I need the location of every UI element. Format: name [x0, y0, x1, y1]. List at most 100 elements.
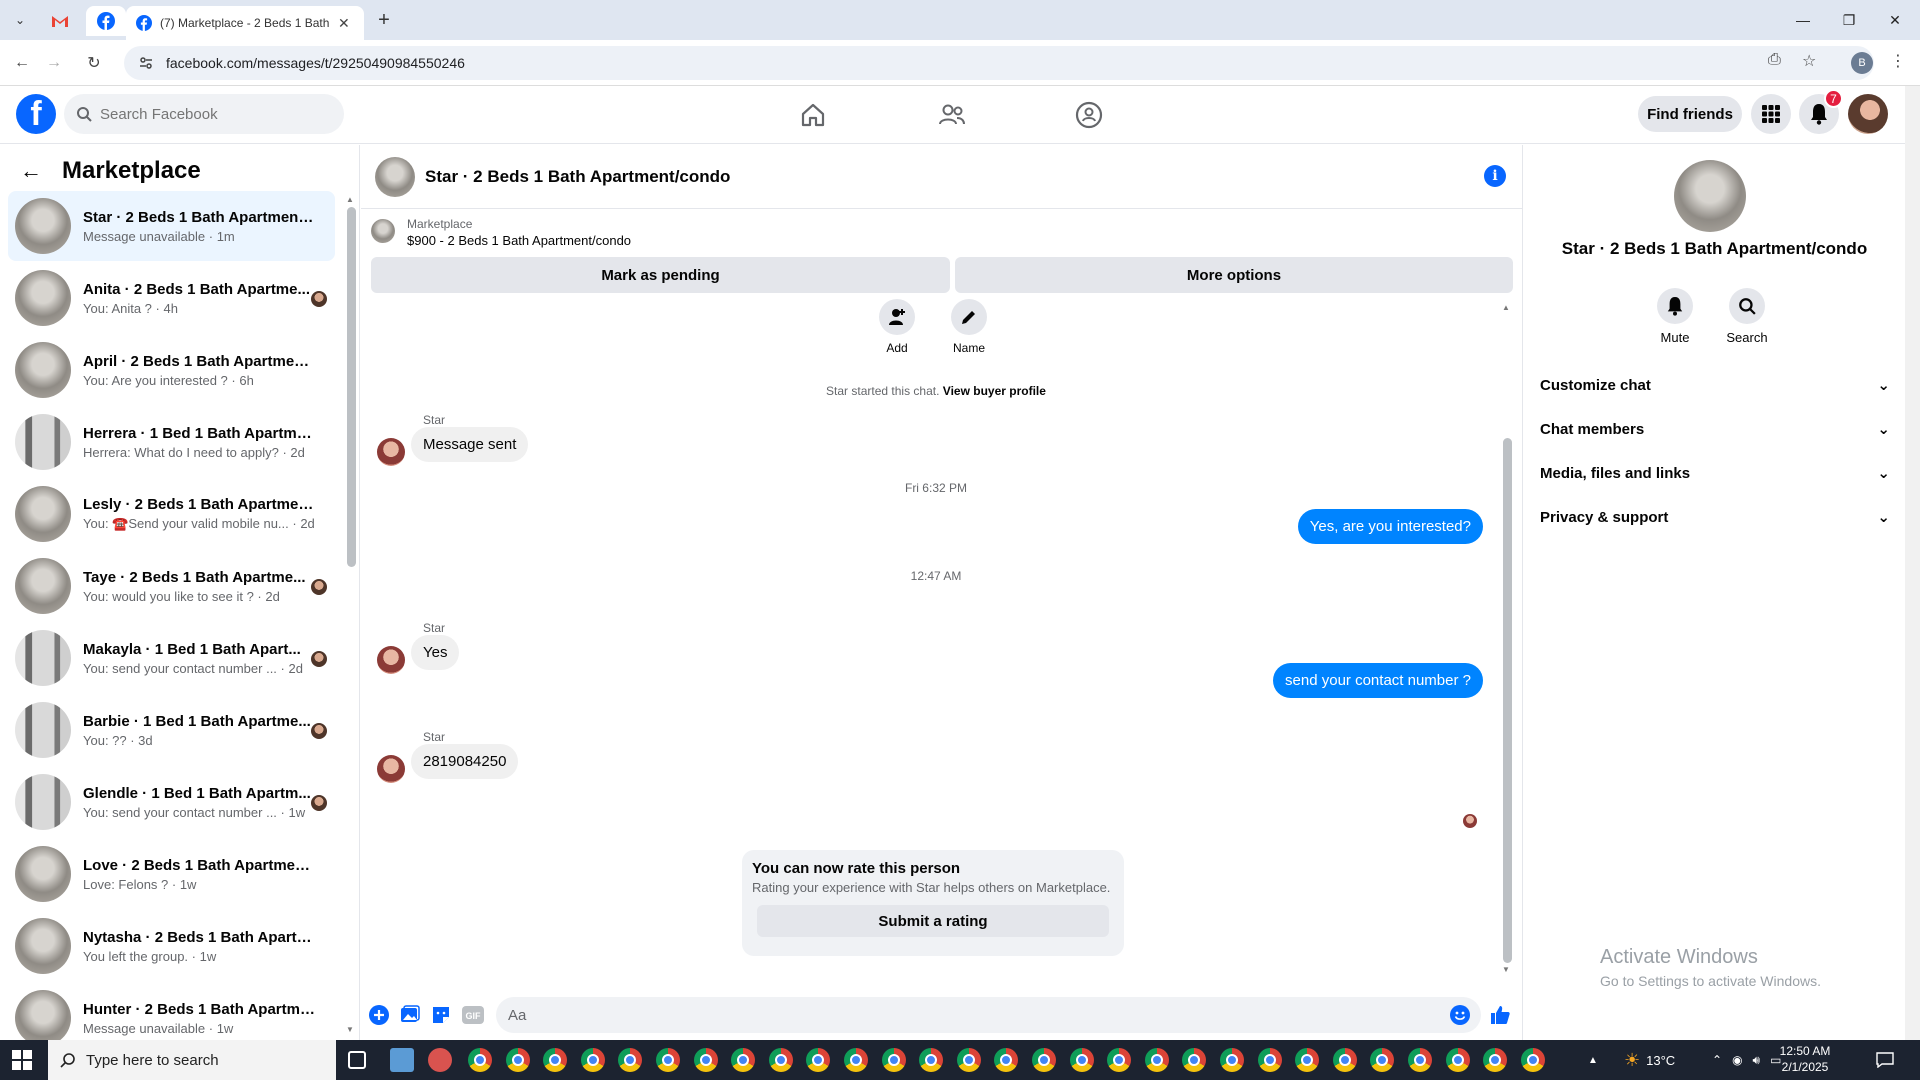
conversation-item[interactable]: Star · 2 Beds 1 Bath Apartment/... Messag…: [8, 191, 335, 261]
chrome-taskbar-icon[interactable]: [656, 1048, 680, 1072]
chrome-taskbar-icon[interactable]: [994, 1048, 1019, 1072]
name-chat-action[interactable]: Name: [939, 299, 999, 355]
address-bar[interactable]: facebook.com/messages/t/2925049098455024…: [124, 46, 1874, 80]
more-actions-plus-icon[interactable]: [367, 1003, 391, 1027]
tab-search-button[interactable]: ⌄: [8, 8, 32, 32]
file-explorer-icon[interactable]: [390, 1048, 414, 1072]
view-buyer-profile-link[interactable]: View buyer profile: [943, 384, 1046, 398]
scroll-up-arrow-icon[interactable]: ▲: [346, 195, 354, 204]
incoming-message[interactable]: Yes: [411, 635, 460, 670]
close-tab-icon[interactable]: ✕: [338, 15, 350, 32]
volume-icon[interactable]: 🔊︎: [1753, 1053, 1761, 1068]
mark-as-pending-button[interactable]: Mark as pending: [371, 257, 950, 293]
scroll-up-arrow-icon[interactable]: ▲: [1502, 303, 1510, 312]
back-button[interactable]: ←: [10, 51, 34, 75]
gif-icon[interactable]: GIF: [461, 1003, 485, 1027]
chat-members-section[interactable]: Chat members ⌄: [1540, 411, 1890, 447]
chrome-taskbar-icon[interactable]: [1257, 1048, 1282, 1072]
search-in-chat-action[interactable]: Search: [1712, 288, 1782, 345]
chat-scroll-thumb[interactable]: [1503, 438, 1512, 963]
chrome-taskbar-icon[interactable]: [1445, 1048, 1470, 1072]
restore-window-button[interactable]: ❐: [1826, 8, 1872, 32]
more-options-button[interactable]: More options: [955, 257, 1513, 293]
chrome-taskbar-icon[interactable]: [1483, 1048, 1508, 1072]
chrome-taskbar-icon[interactable]: [1182, 1048, 1207, 1072]
home-icon[interactable]: [798, 100, 828, 130]
incoming-message[interactable]: Message sent: [411, 427, 529, 462]
info-avatar[interactable]: [1674, 160, 1746, 232]
conversation-item[interactable]: Love · 2 Beds 1 Bath Apartment/... Love: …: [8, 839, 335, 909]
chrome-taskbar-icon[interactable]: [505, 1048, 530, 1072]
conversation-item[interactable]: Nytasha · 2 Beds 1 Bath Apartm... You lef…: [8, 911, 335, 981]
message-input[interactable]: [496, 997, 1481, 1033]
chrome-taskbar-icon[interactable]: [1107, 1048, 1132, 1072]
sender-avatar[interactable]: [377, 438, 405, 466]
sticker-icon[interactable]: [429, 1003, 453, 1027]
install-app-icon[interactable]: ⎙: [1768, 51, 1781, 69]
chrome-taskbar-icon[interactable]: [881, 1048, 906, 1072]
find-friends-button[interactable]: Find friends: [1638, 96, 1742, 132]
chrome-taskbar-icon[interactable]: [1220, 1048, 1244, 1072]
chrome-taskbar-icon[interactable]: [1295, 1048, 1320, 1072]
forward-button[interactable]: →: [42, 51, 66, 75]
chrome-taskbar-icon[interactable]: [1520, 1048, 1545, 1072]
facebook-pinned-tab[interactable]: [86, 6, 126, 36]
app-icon[interactable]: [428, 1048, 452, 1072]
minimize-window-button[interactable]: —: [1780, 8, 1826, 32]
conversation-item[interactable]: Anita · 2 Beds 1 Bath Apartme... You: Ani…: [8, 263, 335, 333]
facebook-search[interactable]: [64, 94, 344, 134]
active-browser-tab[interactable]: (7) Marketplace - 2 Beds 1 Bath ✕: [126, 6, 364, 40]
new-tab-button[interactable]: +: [372, 8, 396, 32]
mute-action[interactable]: Mute: [1640, 288, 1710, 345]
sender-avatar[interactable]: [377, 755, 405, 783]
chrome-taskbar-icon[interactable]: [1144, 1048, 1169, 1072]
taskbar-scroll-up-icon[interactable]: ▲: [1588, 1055, 1598, 1066]
chrome-taskbar-icon[interactable]: [956, 1048, 981, 1072]
media-files-links-section[interactable]: Media, files and links ⌄: [1540, 455, 1890, 491]
conversation-item[interactable]: Makayla · 1 Bed 1 Bath Apart... You: send…: [8, 623, 335, 693]
chrome-taskbar-icon[interactable]: [806, 1048, 831, 1072]
conversation-item[interactable]: Lesly · 2 Beds 1 Bath Apartment... You: ☎…: [8, 479, 335, 549]
sidebar-scrollbar[interactable]: ▲ ▼: [346, 195, 356, 1035]
camera-icon[interactable]: ◉: [1732, 1053, 1742, 1067]
chrome-taskbar-icon[interactable]: [1408, 1048, 1432, 1072]
account-avatar[interactable]: [1848, 94, 1888, 134]
chrome-taskbar-icon[interactable]: [1069, 1048, 1094, 1072]
conversation-item[interactable]: Barbie · 1 Bed 1 Bath Apartme... You: ?? …: [8, 695, 335, 765]
submit-rating-button[interactable]: Submit a rating: [757, 905, 1109, 937]
task-view-icon[interactable]: [348, 1051, 366, 1069]
browser-profile-avatar[interactable]: B: [1851, 52, 1873, 74]
scroll-down-arrow-icon[interactable]: ▼: [346, 1025, 354, 1034]
chat-avatar[interactable]: [375, 156, 415, 197]
conversation-item[interactable]: April · 2 Beds 1 Bath Apartment/... You: …: [8, 335, 335, 405]
sender-avatar[interactable]: [377, 646, 405, 674]
chrome-taskbar-icon[interactable]: [1332, 1048, 1357, 1072]
taskbar-clock[interactable]: 12:50 AM 2/1/2025: [1760, 1043, 1850, 1075]
taskbar-search[interactable]: Type here to search: [48, 1040, 336, 1080]
show-hidden-icons-icon[interactable]: ⌃: [1712, 1053, 1722, 1067]
conversation-item[interactable]: Taye · 2 Beds 1 Bath Apartme... You: woul…: [8, 551, 335, 621]
chrome-taskbar-icon[interactable]: [543, 1048, 568, 1072]
conversation-item[interactable]: Hunter · 2 Beds 1 Bath Apartme... Message…: [8, 983, 335, 1040]
chrome-taskbar-icon[interactable]: [1032, 1048, 1056, 1072]
customize-chat-section[interactable]: Customize chat ⌄: [1540, 367, 1890, 403]
chrome-taskbar-icon[interactable]: [693, 1048, 718, 1072]
browser-menu-icon[interactable]: ⋮: [1890, 51, 1906, 71]
emoji-icon[interactable]: [1448, 1003, 1472, 1027]
facebook-search-input[interactable]: [100, 105, 320, 123]
bookmark-star-icon[interactable]: ☆: [1802, 51, 1816, 71]
weather-widget[interactable]: ☀ 13°C: [1624, 1040, 1675, 1080]
privacy-support-section[interactable]: Privacy & support ⌄: [1540, 499, 1890, 535]
chrome-taskbar-icon[interactable]: [468, 1048, 492, 1072]
listing-price[interactable]: $900 - 2 Beds 1 Bath Apartment/condo: [407, 233, 631, 248]
page-scrollbar[interactable]: [1905, 86, 1920, 1040]
reload-button[interactable]: ↻: [82, 51, 106, 75]
close-window-button[interactable]: ✕: [1872, 8, 1918, 32]
info-icon[interactable]: i: [1484, 165, 1506, 187]
friends-icon[interactable]: [937, 100, 967, 130]
back-arrow-icon[interactable]: ←: [20, 158, 42, 184]
chrome-taskbar-icon[interactable]: [618, 1048, 643, 1072]
incoming-message[interactable]: 2819084250: [411, 744, 519, 779]
scroll-down-arrow-icon[interactable]: ▼: [1502, 965, 1510, 974]
conversation-item[interactable]: Herrera · 1 Bed 1 Bath Apartmen... Herrer…: [8, 407, 335, 477]
